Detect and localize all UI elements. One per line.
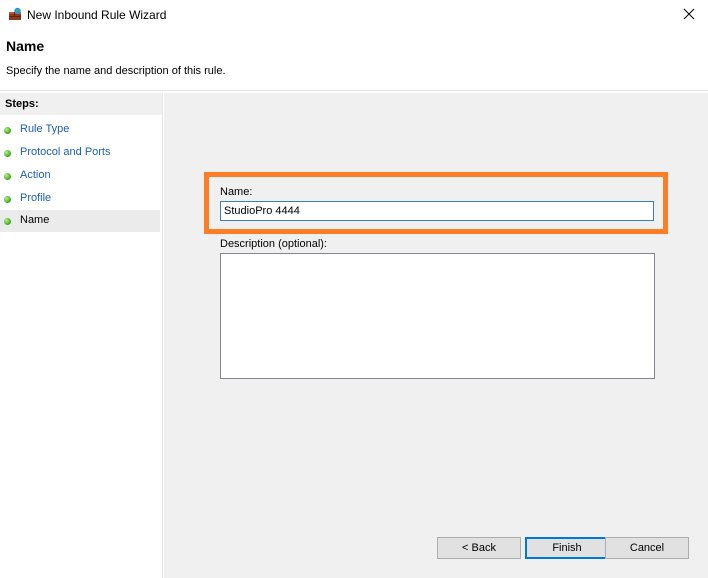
green-dot-icon: [4, 127, 11, 134]
header-divider: [0, 90, 708, 91]
close-icon: [683, 8, 695, 23]
step-protocol-and-ports[interactable]: Protocol and Ports: [0, 142, 160, 164]
back-button[interactable]: < Back: [437, 537, 521, 559]
step-label: Action: [20, 169, 51, 181]
steps-header: Steps:: [0, 93, 162, 115]
firewall-icon: [8, 7, 22, 21]
step-rule-type[interactable]: Rule Type: [0, 119, 160, 141]
green-dot-icon: [4, 173, 11, 180]
step-label: Name: [20, 214, 50, 226]
steps-panel: Steps: Rule Type Protocol and Ports Acti…: [0, 93, 162, 578]
window-title: New Inbound Rule Wizard: [27, 8, 167, 22]
green-dot-icon: [4, 196, 11, 203]
step-label: Protocol and Ports: [20, 146, 111, 158]
panel-divider: [162, 93, 163, 578]
wizard-header: Name Specify the name and description of…: [0, 30, 708, 90]
step-action[interactable]: Action: [0, 165, 160, 187]
description-input[interactable]: [220, 253, 655, 379]
page-subtitle: Specify the name and description of this…: [6, 65, 226, 77]
name-label: Name:: [220, 186, 253, 198]
step-label: Rule Type: [20, 123, 70, 135]
description-label: Description (optional):: [220, 238, 327, 250]
step-profile[interactable]: Profile: [0, 188, 160, 210]
page-title: Name: [6, 38, 45, 54]
finish-button[interactable]: Finish: [525, 537, 609, 559]
step-name[interactable]: Name: [0, 210, 160, 232]
cancel-button[interactable]: Cancel: [605, 537, 689, 559]
content-area: Name: Description (optional): < Back Fin…: [164, 93, 708, 578]
steps-heading: Steps:: [5, 98, 39, 110]
green-dot-icon: [4, 150, 11, 157]
green-dot-icon: [4, 218, 11, 225]
name-input[interactable]: [220, 201, 654, 221]
title-bar: New Inbound Rule Wizard: [0, 0, 708, 30]
step-label: Profile: [20, 192, 52, 204]
close-button[interactable]: [676, 3, 702, 27]
